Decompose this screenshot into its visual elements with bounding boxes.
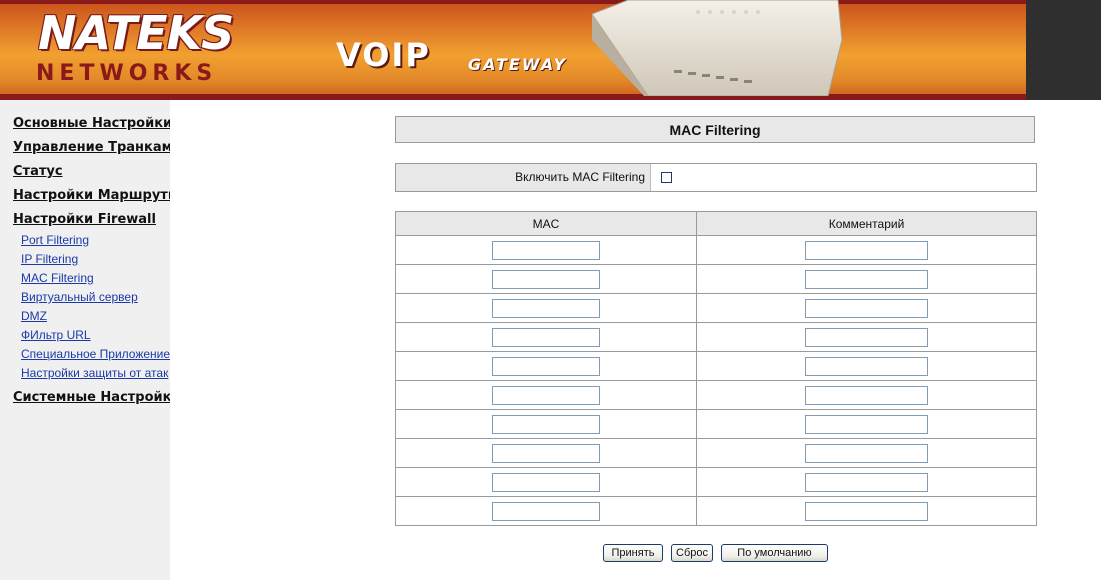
sidebar-item-basic-settings[interactable]: Основные Настройки (13, 116, 170, 132)
comment-cell (696, 409, 1037, 439)
mac-input[interactable] (492, 357, 600, 377)
logo-networks: NETWORKS (36, 61, 218, 86)
sidebar-subitem-virtual-server[interactable]: Виртуальный сервер (21, 290, 138, 304)
comment-input[interactable] (805, 328, 928, 348)
mac-cell (395, 380, 697, 410)
table-row (395, 409, 1037, 439)
comment-cell (696, 380, 1037, 410)
mac-cell (395, 322, 697, 352)
header-banner: NATEKS NETWORKS VOIP GATEWAY (0, 0, 1101, 100)
mac-cell (395, 264, 697, 294)
banner-image: NATEKS NETWORKS VOIP GATEWAY (0, 0, 1026, 100)
table-row (395, 264, 1037, 294)
mac-input[interactable] (492, 241, 600, 261)
banner-top-stripe (0, 0, 1026, 4)
sidebar-item-status[interactable]: Статус (13, 164, 63, 180)
mac-input[interactable] (492, 415, 600, 435)
sidebar-subitem-special-application[interactable]: Специальное Приложение (21, 347, 170, 361)
comment-input[interactable] (805, 444, 928, 464)
table-row (395, 351, 1037, 381)
comment-cell (696, 467, 1037, 497)
mac-cell (395, 438, 697, 468)
mac-input[interactable] (492, 473, 600, 493)
sidebar-subitem-port-filtering[interactable]: Port Filtering (21, 233, 89, 247)
comment-cell (696, 351, 1037, 381)
table-row (395, 235, 1037, 265)
sidebar-subitem-mac-filtering[interactable]: MAC Filtering (21, 271, 94, 285)
table-row (395, 322, 1037, 352)
page-title: MAC Filtering (395, 116, 1035, 143)
default-button[interactable]: По умолчанию (721, 544, 828, 562)
comment-cell (696, 235, 1037, 265)
gateway-device-image (591, 0, 843, 96)
table-row (395, 380, 1037, 410)
comment-input[interactable] (805, 357, 928, 377)
column-header-comment: Комментарий (696, 211, 1037, 236)
enable-mac-filtering-row: Включить MAC Filtering (395, 163, 1037, 192)
comment-input[interactable] (805, 502, 928, 522)
sidebar: Основные Настройки Управление Транками С… (0, 100, 170, 580)
table-row (395, 293, 1037, 323)
voip-text: VOIP (336, 36, 431, 74)
mac-cell (395, 293, 697, 323)
table-row (395, 467, 1037, 497)
mac-cell (395, 496, 697, 526)
sidebar-item-trunk-management[interactable]: Управление Транками (13, 140, 170, 156)
reset-button[interactable]: Сброс (671, 544, 713, 562)
mac-input[interactable] (492, 386, 600, 406)
mac-cell (395, 351, 697, 381)
comment-cell (696, 496, 1037, 526)
gateway-text: GATEWAY (468, 55, 568, 74)
mac-input[interactable] (492, 328, 600, 348)
comment-input[interactable] (805, 473, 928, 493)
sidebar-item-routing-settings[interactable]: Настройки Маршрутизации (13, 188, 170, 204)
comment-input[interactable] (805, 270, 928, 290)
mac-input[interactable] (492, 502, 600, 522)
table-row (395, 496, 1037, 526)
comment-input[interactable] (805, 241, 928, 261)
table-header-row: MAC Комментарий (395, 211, 1037, 236)
comment-cell (696, 293, 1037, 323)
mac-cell (395, 235, 697, 265)
sidebar-subitem-attack-protection[interactable]: Настройки защиты от атак (21, 366, 168, 380)
table-row (395, 438, 1037, 468)
sidebar-subitem-url-filter[interactable]: ФИльтр URL (21, 328, 91, 342)
comment-input[interactable] (805, 299, 928, 319)
mac-table: MAC Комментарий (395, 211, 1037, 526)
sidebar-item-firewall-settings[interactable]: Настройки Firewall (13, 212, 156, 228)
comment-input[interactable] (805, 415, 928, 435)
comment-input[interactable] (805, 386, 928, 406)
mac-cell (395, 409, 697, 439)
apply-button[interactable]: Принять (603, 544, 663, 562)
comment-cell (696, 438, 1037, 468)
comment-cell (696, 264, 1037, 294)
mac-cell (395, 467, 697, 497)
logo-nateks: NATEKS (38, 6, 234, 60)
mac-input[interactable] (492, 299, 600, 319)
column-header-mac: MAC (395, 211, 697, 236)
comment-cell (696, 322, 1037, 352)
mac-input[interactable] (492, 444, 600, 464)
sidebar-subitem-dmz[interactable]: DMZ (21, 309, 47, 323)
sidebar-subitem-ip-filtering[interactable]: IP Filtering (21, 252, 78, 266)
enable-mac-filtering-checkbox[interactable] (661, 172, 672, 183)
mac-input[interactable] (492, 270, 600, 290)
sidebar-item-system-settings[interactable]: Системные Настройки (13, 390, 170, 406)
enable-mac-filtering-label: Включить MAC Filtering (396, 164, 651, 191)
